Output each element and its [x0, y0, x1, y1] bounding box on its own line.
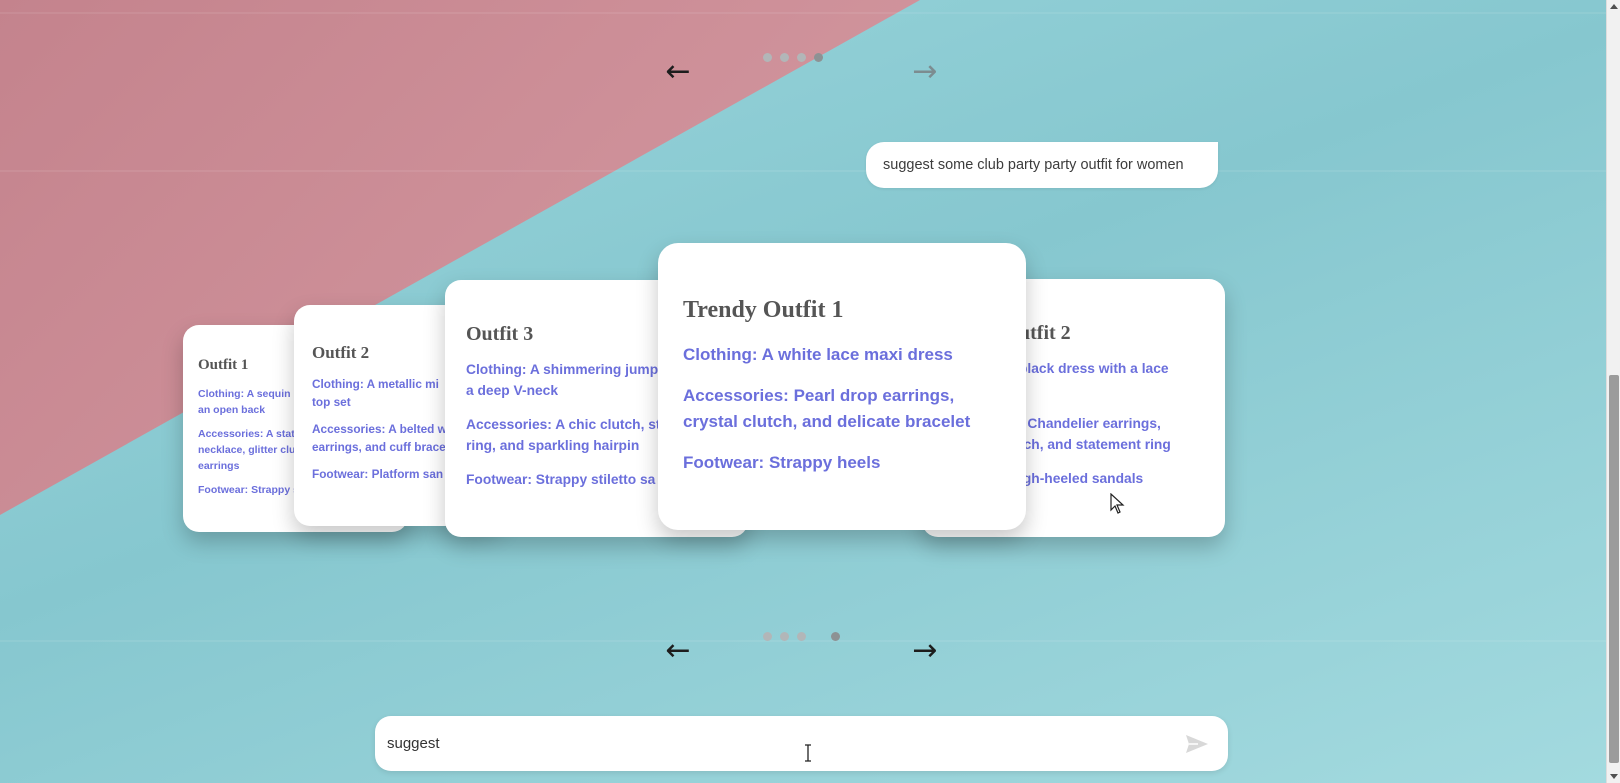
carousel-top-dot-1[interactable]	[763, 53, 772, 62]
card-accessories: : Chandelier earrings, tch, and statemen…	[1019, 413, 1209, 455]
text-cursor-icon	[805, 744, 811, 762]
card-accessories: Accessories: Pearl drop earrings, crysta…	[683, 386, 971, 431]
card-footwear: Footwear: Strappy s	[198, 484, 298, 496]
card-accessories-line-2: necklace, glitter clu	[198, 444, 296, 456]
page-scrollbar[interactable]	[1606, 0, 1620, 783]
card-footwear: igh-heeled sandals	[1019, 471, 1144, 486]
card-clothing: Clothing: A white lace maxi dress	[683, 345, 953, 364]
arrow-left-icon: ←	[665, 54, 691, 89]
carousel-bottom-prev-button[interactable]: ←	[661, 636, 695, 666]
card-accessories-line-2: tch, and statement ring	[1019, 437, 1171, 452]
carousel-top-dot-4[interactable]	[814, 53, 823, 62]
card-accessories-line-2: earrings, and cuff brace	[312, 440, 446, 454]
card-accessories-line-2: ring, and sparkling hairpin	[466, 438, 640, 453]
mouse-pointer-icon	[1110, 493, 1125, 514]
card-accessories-line-1: Accessories: A belted w	[312, 422, 447, 436]
carousel-top-next-button[interactable]: →	[908, 57, 942, 87]
card-footwear: Footwear: Strappy heels	[683, 453, 881, 472]
card-clothing-line-1: Clothing: A metallic mi	[312, 377, 439, 391]
arrow-right-icon: →	[912, 54, 938, 89]
card-clothing: black dress with a lace	[1019, 361, 1169, 376]
chat-input[interactable]	[387, 728, 1147, 759]
card-accessories: Accessories: A belted w earrings, and cu…	[312, 420, 447, 456]
chat-input-bar[interactable]	[375, 716, 1228, 771]
scroll-up-icon[interactable]	[1610, 4, 1618, 9]
user-message-text: suggest some club party party outfit for…	[883, 157, 1184, 173]
card-clothing: Clothing: A shimmering jump a deep V-nec…	[466, 359, 662, 401]
card-accessories-line-3: earrings	[198, 460, 240, 472]
card-clothing-line-2: top set	[312, 395, 351, 409]
carousel-top-dot-2[interactable]	[780, 53, 789, 62]
background-stripe	[0, 170, 1606, 172]
carousel-bottom-dot-4[interactable]	[831, 632, 840, 641]
card-title: Trendy Outfit 1	[683, 297, 844, 323]
card-accessories: Accessories: A stat necklace, glitter cl…	[198, 426, 298, 474]
card-accessories-line-1: : Chandelier earrings,	[1019, 416, 1161, 431]
scrollbar-thumb[interactable]	[1609, 375, 1619, 763]
card-accessories-line-1: Accessories: A stat	[198, 428, 295, 440]
card-clothing: Clothing: A metallic mi top set	[312, 375, 447, 411]
card-accessories-line-1: Accessories: A chic clutch, st	[466, 417, 661, 432]
arrow-right-icon: →	[912, 633, 938, 668]
carousel-bottom-dot-2[interactable]	[780, 632, 789, 641]
background-stripe	[0, 12, 1606, 14]
arrow-left-icon: ←	[665, 633, 691, 668]
card-clothing-line-2: a deep V-neck	[466, 383, 559, 398]
card-footwear: Footwear: Platform san	[312, 467, 444, 481]
carousel-top-dot-3[interactable]	[797, 53, 806, 62]
send-icon[interactable]	[1184, 733, 1210, 755]
card-clothing-line-2: an open back	[198, 404, 266, 416]
carousel-top-prev-button[interactable]: ←	[661, 57, 695, 87]
card-accessories: Accessories: A chic clutch, st ring, and…	[466, 414, 662, 456]
card-clothing-line-1: Clothing: A shimmering jump	[466, 362, 659, 377]
carousel-bottom-dot-3[interactable]	[797, 632, 806, 641]
user-message-bubble: suggest some club party party outfit for…	[866, 142, 1218, 188]
card-footwear: Footwear: Strappy stiletto sa	[466, 472, 656, 487]
carousel-bottom-dot-1[interactable]	[763, 632, 772, 641]
outfit-card-center[interactable]: Trendy Outfit 1 Clothing: A white lace m…	[658, 243, 1026, 530]
carousel-bottom-next-button[interactable]: →	[908, 636, 942, 666]
scroll-down-icon[interactable]	[1610, 774, 1618, 779]
card-clothing: Clothing: A sequin l an open back	[198, 386, 298, 418]
card-clothing-line-1: Clothing: A sequin l	[198, 388, 297, 400]
